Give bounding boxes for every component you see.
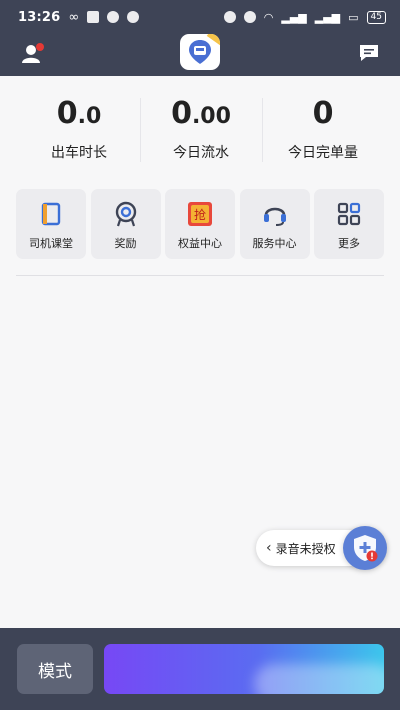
stat-today-revenue: 0.00 今日流水: [140, 92, 262, 172]
stat-value: 0.00: [140, 92, 262, 136]
stat-online-duration: 0.0 出车时长: [18, 92, 140, 172]
tile-more[interactable]: 更多: [314, 189, 384, 259]
message-icon[interactable]: [358, 43, 380, 63]
navigation-icon: [127, 11, 140, 23]
grid-more-icon: [336, 201, 362, 227]
stat-value-main: 0: [171, 96, 192, 131]
bottom-bar: 模式: [0, 628, 400, 710]
stat-value-main: 0: [312, 96, 334, 131]
tile-label: 服务中心: [252, 237, 297, 250]
tile-driver-class[interactable]: 司机课堂: [16, 189, 86, 259]
stat-today-orders: 0 今日完单量: [262, 92, 384, 172]
status-bar: 13:26 ∞ ◠ ▂▄▆ ▂▄▆ ▭ 45: [0, 0, 400, 34]
signal2-icon: ▂▄▆: [314, 10, 341, 24]
stat-label: 今日流水: [173, 145, 229, 161]
stat-value: 0: [262, 92, 384, 136]
tile-label: 奖励: [114, 237, 137, 250]
signal-icon: ▂▄▆: [281, 10, 307, 24]
alarm-icon: [243, 11, 256, 23]
tile-label: 司机课堂: [29, 237, 73, 250]
nav-bar: [0, 34, 400, 76]
notification-icon: [87, 11, 100, 23]
stat-value-main: 0: [56, 96, 78, 131]
start-work-button[interactable]: [104, 644, 384, 694]
stat-label: 今日完单量: [288, 145, 358, 161]
headset-icon: [262, 201, 288, 227]
map-pin-car-icon: [189, 40, 211, 64]
security-shield-button[interactable]: [343, 526, 387, 570]
chat-icon: [107, 11, 120, 23]
moon-icon: [223, 11, 236, 23]
hd-icon: ▭: [348, 10, 359, 24]
shield-plus-icon: [354, 535, 378, 562]
mode-button[interactable]: 模式: [17, 644, 93, 694]
top-header: 13:26 ∞ ◠ ▂▄▆ ▂▄▆ ▭ 45: [0, 0, 400, 76]
function-grid: 司机课堂 奖励 抢 权益中心 服务中心 更多: [16, 189, 384, 261]
recording-permission-label: 录音未授权: [275, 541, 336, 556]
button-glow: [254, 664, 384, 694]
reward-icon: [113, 201, 139, 227]
stat-value-decimal: .0: [77, 104, 102, 129]
stat-label: 出车时长: [51, 145, 107, 161]
app-logo: [180, 34, 220, 70]
section-divider: [16, 275, 384, 276]
tile-benefits-center[interactable]: 抢 权益中心: [165, 189, 235, 259]
status-left-icons: ∞: [68, 9, 140, 25]
stat-value-decimal: .00: [191, 104, 231, 129]
infinity-icon: ∞: [68, 9, 80, 25]
tile-service-center[interactable]: 服务中心: [239, 189, 310, 259]
tile-reward[interactable]: 奖励: [90, 189, 161, 259]
tile-label: 更多: [338, 237, 360, 250]
stat-value: 0.0: [18, 92, 140, 136]
book-icon: [38, 201, 64, 227]
tile-label: 权益中心: [178, 237, 222, 250]
status-right-icons: ◠ ▂▄▆ ▂▄▆ ▭ 45: [223, 10, 386, 24]
status-time: 13:26: [18, 9, 61, 25]
stats-row: 0.0 出车时长 0.00 今日流水 0 今日完单量: [18, 92, 384, 172]
svg-text:抢: 抢: [194, 207, 206, 222]
grab-badge-icon: 抢: [187, 201, 213, 227]
chevron-left-icon: ‹: [266, 540, 272, 556]
user-profile-icon[interactable]: [20, 41, 46, 67]
wifi-icon: ◠: [263, 10, 274, 24]
battery-icon: 45: [366, 10, 386, 24]
